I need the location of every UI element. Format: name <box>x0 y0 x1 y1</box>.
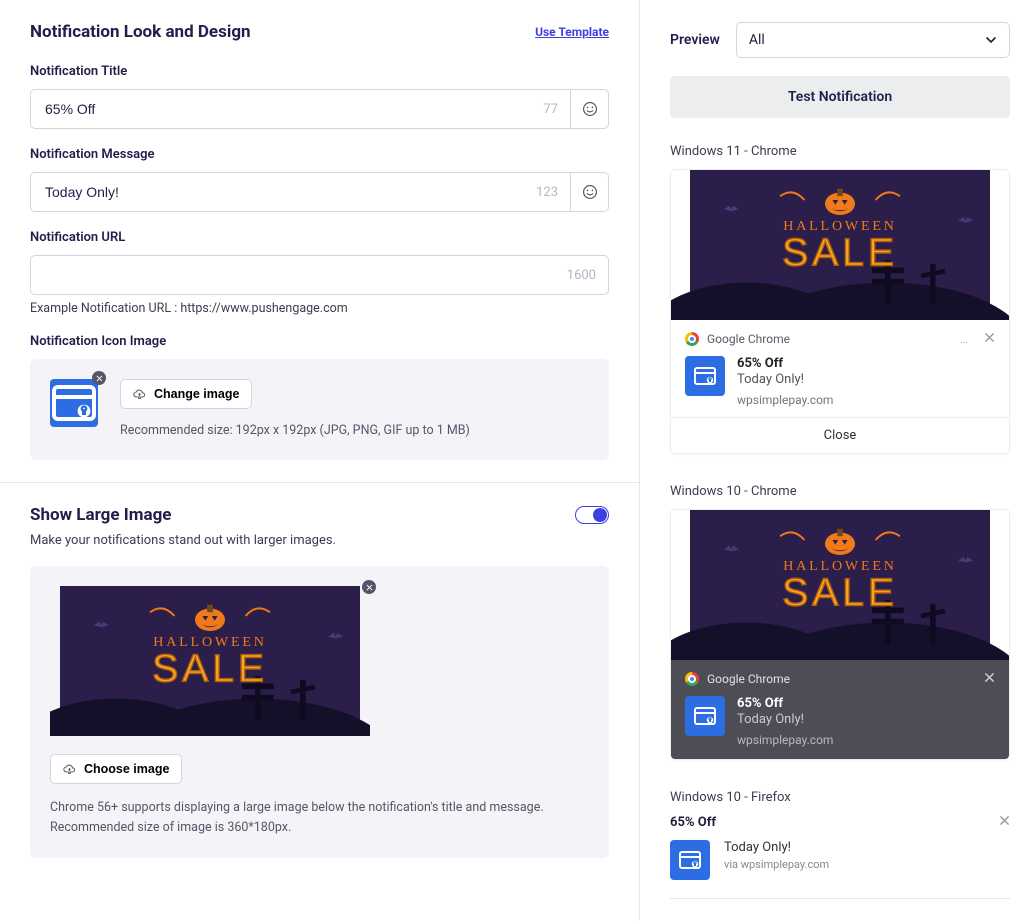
preview-w10-card: Google Chrome 65% Off Today Only! wpsimp… <box>670 509 1010 760</box>
emoji-icon[interactable] <box>570 90 608 128</box>
preview-w11-heading: Windows 11 - Chrome <box>670 144 1010 159</box>
icon-thumbnail <box>50 379 98 427</box>
icon-recommended-text: Recommended size: 192px x 192px (JPG, PN… <box>120 423 470 438</box>
url-counter: 1600 <box>555 268 608 283</box>
emoji-icon[interactable] <box>570 173 608 211</box>
notification-hero-image <box>671 510 1009 660</box>
preview-w11-card: Google Chrome … 65% Off Today Only! wpsi… <box>670 169 1010 454</box>
large-note-2: Recommended size of image is 360*180px. <box>50 818 589 838</box>
notif-title: 65% Off <box>670 815 716 830</box>
browser-name: Google Chrome <box>707 672 790 686</box>
browser-name: Google Chrome <box>707 332 790 346</box>
change-image-label: Change image <box>154 387 239 401</box>
change-image-button[interactable]: Change image <box>120 379 252 409</box>
close-icon[interactable] <box>999 815 1010 830</box>
chevron-down-icon <box>985 34 997 46</box>
chrome-icon <box>685 332 699 346</box>
close-icon[interactable] <box>984 332 995 346</box>
notif-title: 65% Off <box>737 696 833 711</box>
notif-message: Today Only! <box>724 840 829 855</box>
large-note-1: Chrome 56+ supports displaying a large i… <box>50 798 589 818</box>
test-notification-button[interactable]: Test Notification <box>670 76 1010 118</box>
more-icon[interactable]: … <box>960 332 968 346</box>
preview-label: Preview <box>670 32 720 48</box>
message-label: Notification Message <box>30 147 609 162</box>
choose-image-button[interactable]: Choose image <box>50 754 182 784</box>
preview-select[interactable]: All <box>736 22 1010 58</box>
use-template-link[interactable]: Use Template <box>535 25 609 39</box>
remove-icon[interactable] <box>92 371 106 385</box>
chrome-icon <box>685 672 699 686</box>
url-input[interactable] <box>31 256 555 294</box>
remove-icon[interactable] <box>362 580 376 594</box>
notif-close-button[interactable]: Close <box>671 417 1009 453</box>
choose-image-label: Choose image <box>84 762 169 776</box>
icon-image-card: Change image Recommended size: 192px x 1… <box>30 359 609 460</box>
preview-select-value: All <box>749 32 765 48</box>
notif-title: 65% Off <box>737 356 833 371</box>
title-label: Notification Title <box>30 64 609 79</box>
title-counter: 77 <box>531 102 570 117</box>
large-image-toggle[interactable] <box>575 506 609 524</box>
notif-message: Today Only! <box>737 712 833 727</box>
app-icon <box>670 840 710 880</box>
close-icon[interactable] <box>984 672 995 686</box>
large-image-sub: Make your notifications stand out with l… <box>30 533 609 548</box>
url-example: Example Notification URL : https://www.p… <box>30 301 609 316</box>
message-counter: 123 <box>524 185 570 200</box>
notif-message: Today Only! <box>737 372 833 387</box>
title-input[interactable] <box>31 90 531 128</box>
large-image-heading: Show Large Image <box>30 505 171 525</box>
section-title: Notification Look and Design <box>30 22 251 42</box>
preview-ff-heading: Windows 10 - Firefox <box>670 790 1010 805</box>
message-input[interactable] <box>31 173 524 211</box>
large-image-card: Choose image Chrome 56+ supports display… <box>30 566 609 858</box>
icon-image-label: Notification Icon Image <box>30 334 609 349</box>
large-image-preview <box>50 586 370 736</box>
notif-via: via wpsimplepay.com <box>724 858 829 871</box>
preview-w10-heading: Windows 10 - Chrome <box>670 484 1010 499</box>
notif-site: wpsimplepay.com <box>737 733 833 747</box>
url-label: Notification URL <box>30 230 609 245</box>
app-icon <box>685 356 725 396</box>
notification-hero-image <box>671 170 1009 320</box>
preview-ff-card: 65% Off Today Only! via wpsimplepay.com <box>670 815 1010 899</box>
app-icon <box>685 696 725 736</box>
notif-site: wpsimplepay.com <box>737 393 833 407</box>
